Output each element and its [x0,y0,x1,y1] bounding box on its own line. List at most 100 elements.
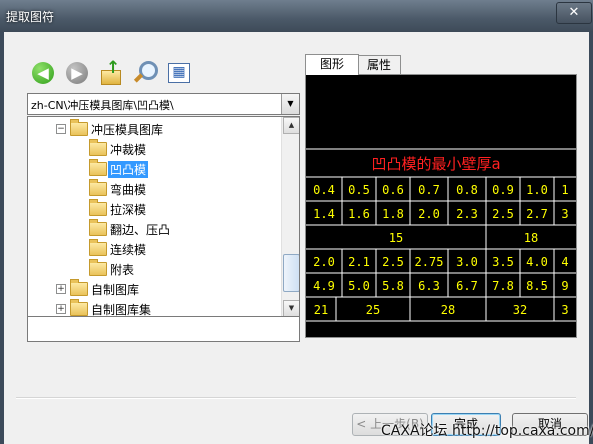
tree-item-flanging[interactable]: 翻边、压凸 [28,219,282,239]
table-cell: 8.5 [526,279,548,293]
folder-icon [89,239,107,256]
view-mode-button[interactable]: ▦ [166,60,192,86]
tab-graphic[interactable]: 图形 [305,54,359,75]
table-cell: 7.8 [492,279,514,293]
folder-icon [89,159,107,176]
search-button[interactable]: ⌕ [132,60,158,86]
folder-open-icon [70,119,88,136]
table-cell: 5.8 [382,279,404,293]
tree-item-bending-die[interactable]: 弯曲模 [28,179,282,199]
tree-item-blanking-die[interactable]: 冲裁模 [28,139,282,159]
chevron-down-icon: ▼ [287,99,294,108]
folder-icon [89,259,107,276]
path-value: zh-CN\冲压模具图库\凹凸模\ [31,99,174,112]
description-box [27,316,300,342]
table-cell: 2.5 [382,255,404,269]
table-cell: 32 [513,303,527,317]
tree-item-label: 冲压模具图库 [91,123,164,137]
tree-item-progressive-die[interactable]: 连续模 [28,239,282,259]
table-cell: 28 [441,303,455,317]
back-arrow-icon: ◀ [32,62,54,84]
chevron-up-icon: ▲ [288,121,295,129]
tree-item-label: 附表 [110,263,135,277]
table-cell: 3.0 [456,255,478,269]
tree-item-drawing-die[interactable]: 拉深模 [28,199,282,219]
collapse-icon[interactable]: − [56,124,66,134]
table-cell: 18 [524,231,538,245]
table-cell: 2.1 [348,255,370,269]
folder-icon [89,139,107,156]
preview-drawing: 凹凸模的最小壁厚a 0.4 0.5 0.6 0.7 0.8 0.9 1.0 1 1.4 1.6 1.8… [306,148,576,322]
tree-item-stamping-die-library[interactable]: − 冲压模具图库 [28,119,282,139]
folder-icon [89,179,107,196]
back-button[interactable]: ◀ [30,60,56,86]
tab-label: 图形 [319,57,344,71]
table-cell: 0.4 [313,183,335,197]
title-bar: 提取图符 ✕ [0,0,593,32]
table-cell: 2.75 [415,255,444,269]
table-cell: 0.6 [382,183,404,197]
table-cell: 1 [561,183,568,197]
grid-view-icon: ▦ [168,63,190,83]
table-cell: 21 [314,303,328,317]
scroll-up-button[interactable]: ▲ [283,117,299,134]
divider [16,397,576,399]
table-cell: 1.4 [313,207,335,221]
forum-watermark: CAXA论坛 http://top.caxa.com/ [381,423,593,439]
table-cell: 0.9 [492,183,514,197]
tree-item-custom-library[interactable]: + 自制图库 [28,279,282,299]
tree-scrollbar[interactable]: ▲ ▼ [281,117,299,317]
tree-item-label: 凹凸模 [108,161,149,178]
table-cell: 2.0 [313,255,335,269]
path-combobox[interactable]: zh-CN\冲压模具图库\凹凸模\ ▼ [27,93,300,115]
up-arrow-icon: ↑ [106,58,121,78]
table-cell: 9 [561,279,568,293]
window-title: 提取图符 [6,10,55,24]
table-cell: 1.0 [526,183,548,197]
table-cell: 1.6 [348,207,370,221]
table-cell: 4 [561,255,568,269]
folder-icon [70,299,88,316]
table-cell: 3 [561,303,568,317]
folder-icon [70,279,88,296]
dialog-client-area: ◀ ▶ ↑ ⌕ ▦ zh-CN\冲压模具图库\凹凸模\ ▼ − 冲压模具图库 [4,32,589,444]
expand-icon[interactable]: + [56,284,66,294]
symbol-preview: 凹凸模的最小壁厚a 0.4 0.5 0.6 0.7 0.8 0.9 1.0 1 1.4 1.6 1.8… [305,74,577,338]
table-title: 凹凸模的最小壁厚a [371,155,500,173]
scroll-down-button[interactable]: ▼ [283,300,299,317]
folder-icon [89,219,107,236]
scrollbar-thumb[interactable] [283,254,299,292]
tree-item-punch-die[interactable]: 凹凸模 [28,159,282,179]
forward-button[interactable]: ▶ [64,60,90,86]
tab-label: 属性 [366,58,391,72]
table-cell: 4.9 [313,279,335,293]
tree-item-label: 拉深模 [110,203,147,217]
up-folder-button[interactable]: ↑ [98,58,124,86]
tree-item-label: 连续模 [110,243,147,257]
table-cell: 0.5 [348,183,370,197]
table-cell: 6.3 [418,279,440,293]
table-cell: 5.0 [348,279,370,293]
table-cell: 2.7 [526,207,548,221]
expand-icon[interactable]: + [56,304,66,314]
path-dropdown-button[interactable]: ▼ [281,94,299,114]
close-button[interactable]: ✕ [556,2,592,24]
folder-icon [89,199,107,216]
tree-item-label: 弯曲模 [110,183,147,197]
library-tree[interactable]: − 冲压模具图库 冲裁模 凹凸模 弯曲模 拉深模 翻边、压凸 连续模 附表 + … [27,116,300,318]
tree-item-label: 冲裁模 [110,143,147,157]
table-cell: 0.7 [418,183,440,197]
chevron-down-icon: ▼ [288,304,295,312]
tree-item-label: 自制图库 [91,283,140,297]
table-cell: 25 [366,303,380,317]
table-cell: 15 [389,231,403,245]
tree-item-appendix[interactable]: 附表 [28,259,282,279]
tab-properties[interactable]: 属性 [357,55,401,75]
table-cell: 0.8 [456,183,478,197]
table-cell: 3.5 [492,255,514,269]
table-cell: 1.8 [382,207,404,221]
table-cell: 3 [561,207,568,221]
table-cell: 2.0 [418,207,440,221]
tree-item-label: 翻边、压凸 [110,223,171,237]
forward-arrow-icon: ▶ [66,62,88,84]
